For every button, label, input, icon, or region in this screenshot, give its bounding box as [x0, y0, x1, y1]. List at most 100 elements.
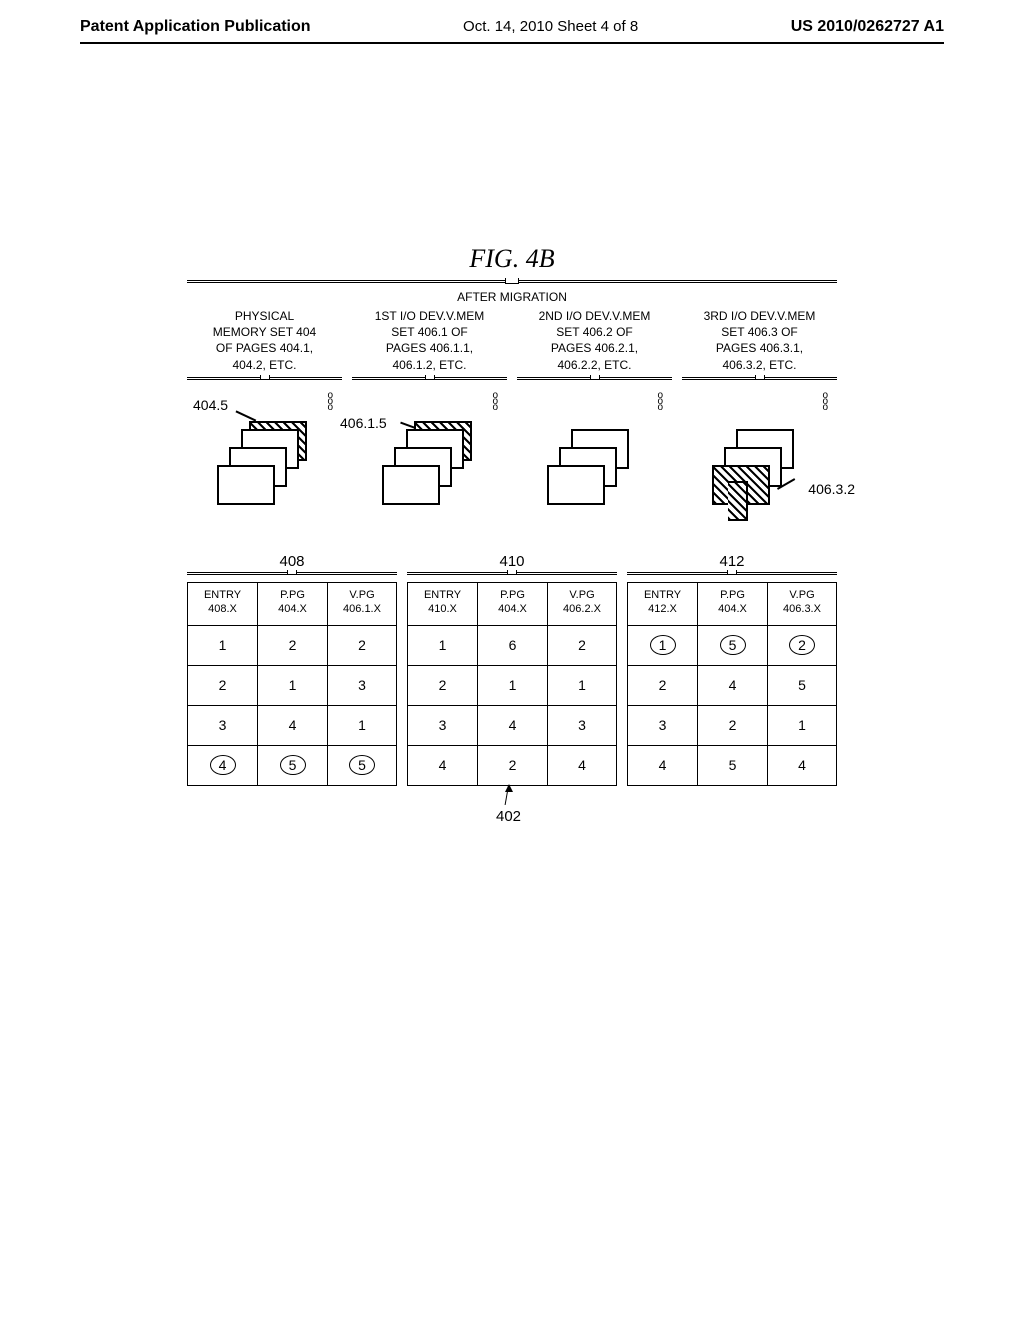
circled-value: 5 [349, 755, 375, 775]
table-cell: 1 [327, 706, 397, 746]
table-412: ENTRY412.X1234P.PG404.X5425V.PG406.3.X25… [627, 582, 837, 786]
table-cell: 4 [547, 746, 617, 786]
table-408: ENTRY408.X1234P.PG404.X2145V.PG406.1.X23… [187, 582, 397, 786]
header-right: US 2010/0262727 A1 [791, 18, 944, 36]
page-stacks: 404.5 o o o 406.1.5 o o o [187, 391, 837, 521]
table-subcol: V.PG406.3.X 2 514 [767, 582, 837, 786]
circled-value: 2 [789, 635, 815, 655]
table-cell: 1 [257, 666, 327, 706]
table-cell: 1 [547, 666, 617, 706]
col-0: PHYSICALMEMORY SET 404OF PAGES 404.1,404… [187, 308, 342, 391]
header-rule [80, 42, 944, 44]
stack-2: o o o [517, 391, 672, 521]
col-head-0: PHYSICALMEMORY SET 404OF PAGES 404.1,404… [187, 308, 342, 373]
diagram: AFTER MIGRATION PHYSICALMEMORY SET 404OF… [187, 280, 837, 830]
table-cell: 6 [477, 626, 547, 666]
arrow-402: 402 [187, 786, 837, 830]
label-406-1-5: 406.1.5 [340, 415, 387, 431]
label-402: 402 [496, 808, 521, 825]
label-410: 410 [407, 553, 617, 570]
table-cell: 4 [627, 746, 697, 786]
table-cell: 4 [257, 706, 327, 746]
table-subcol: ENTRY410.X1234 [407, 582, 477, 786]
table-cell: 2 [407, 666, 477, 706]
col-2: 2ND I/O DEV.V.MEMSET 406.2 OFPAGES 406.2… [517, 308, 672, 391]
table-cell: 2 [547, 626, 617, 666]
dots-icon: o o o [822, 393, 829, 411]
dots-icon: o o o [327, 393, 334, 411]
table-cell: 5 [697, 746, 767, 786]
column-headers: PHYSICALMEMORY SET 404OF PAGES 404.1,404… [187, 308, 837, 391]
table-subcol: ENTRY408.X123 4 [187, 582, 257, 786]
figure-title: FIG. 4B [0, 244, 1024, 274]
col-1: 1ST I/O DEV.V.MEMSET 406.1 OFPAGES 406.1… [352, 308, 507, 391]
stack-1: 406.1.5 o o o [352, 391, 507, 521]
table-cell: 4 [697, 666, 767, 706]
table-header-cell: V.PG406.2.X [547, 582, 617, 626]
table-header-cell: P.PG404.X [257, 582, 327, 626]
table-cell: 5 [697, 626, 767, 666]
label-406-3-2: 406.3.2 [808, 481, 855, 497]
header-mid: Oct. 14, 2010 Sheet 4 of 8 [463, 18, 638, 35]
col-head-1: 1ST I/O DEV.V.MEMSET 406.1 OFPAGES 406.1… [352, 308, 507, 373]
table-cell: 2 [327, 626, 397, 666]
table-header-cell: P.PG404.X [477, 582, 547, 626]
circled-value: 5 [720, 635, 746, 655]
table-braces [187, 572, 837, 578]
table-410: ENTRY410.X1234P.PG404.X6142V.PG406.2.X21… [407, 582, 617, 786]
banner-label: AFTER MIGRATION [187, 290, 837, 304]
table-cell: 1 [477, 666, 547, 706]
table-cell: 4 [407, 746, 477, 786]
table-cell: 3 [547, 706, 617, 746]
col-head-3: 3RD I/O DEV.V.MEMSET 406.3 OFPAGES 406.3… [682, 308, 837, 373]
circled-value: 5 [280, 755, 306, 775]
circled-value: 4 [210, 755, 236, 775]
table-cell: 1 [767, 706, 837, 746]
label-408: 408 [187, 553, 397, 570]
dots-icon: o o o [492, 393, 499, 411]
col-head-2: 2ND I/O DEV.V.MEMSET 406.2 OFPAGES 406.2… [517, 308, 672, 373]
table-cell: 3 [627, 706, 697, 746]
table-cell: 2 [697, 706, 767, 746]
table-cell: 3 [187, 706, 257, 746]
table-subcol: V.PG406.2.X2134 [547, 582, 617, 786]
table-cell: 1 [407, 626, 477, 666]
table-subcol: P.PG404.X214 5 [257, 582, 327, 786]
table-cell: 2 [627, 666, 697, 706]
table-header-cell: V.PG406.3.X [767, 582, 837, 626]
table-cell: 2 [767, 626, 837, 666]
table-header-cell: V.PG406.1.X [327, 582, 397, 626]
table-subcol: P.PG404.X6142 [477, 582, 547, 786]
label-412: 412 [627, 553, 837, 570]
table-cell: 4 [477, 706, 547, 746]
table-cell: 3 [407, 706, 477, 746]
label-404-5: 404.5 [193, 397, 228, 413]
table-cell: 2 [187, 666, 257, 706]
table-subcol: P.PG404.X5425 [697, 582, 767, 786]
table-cell: 1 [187, 626, 257, 666]
table-header-cell: P.PG404.X [697, 582, 767, 626]
stack-3: o o o 406.3.2 [682, 391, 837, 521]
table-cell: 5 [767, 666, 837, 706]
table-cell: 1 [627, 626, 697, 666]
tables: ENTRY408.X1234P.PG404.X2145V.PG406.1.X23… [187, 582, 837, 786]
table-cell: 5 [257, 746, 327, 786]
table-cell: 3 [327, 666, 397, 706]
stack-0: 404.5 o o o [187, 391, 342, 521]
top-brace [187, 280, 837, 288]
col-3: 3RD I/O DEV.V.MEMSET 406.3 OFPAGES 406.3… [682, 308, 837, 391]
table-cell: 4 [187, 746, 257, 786]
circled-value: 1 [650, 635, 676, 655]
table-subcol: V.PG406.1.X231 5 [327, 582, 397, 786]
page-header: Patent Application Publication Oct. 14, … [0, 0, 1024, 42]
dots-icon: o o o [657, 393, 664, 411]
header-left: Patent Application Publication [80, 18, 311, 36]
table-cell: 2 [477, 746, 547, 786]
table-labels: 408 410 412 [187, 553, 837, 570]
table-cell: 2 [257, 626, 327, 666]
table-header-cell: ENTRY408.X [187, 582, 257, 626]
table-cell: 5 [327, 746, 397, 786]
table-cell: 4 [767, 746, 837, 786]
table-header-cell: ENTRY412.X [627, 582, 697, 626]
table-header-cell: ENTRY410.X [407, 582, 477, 626]
